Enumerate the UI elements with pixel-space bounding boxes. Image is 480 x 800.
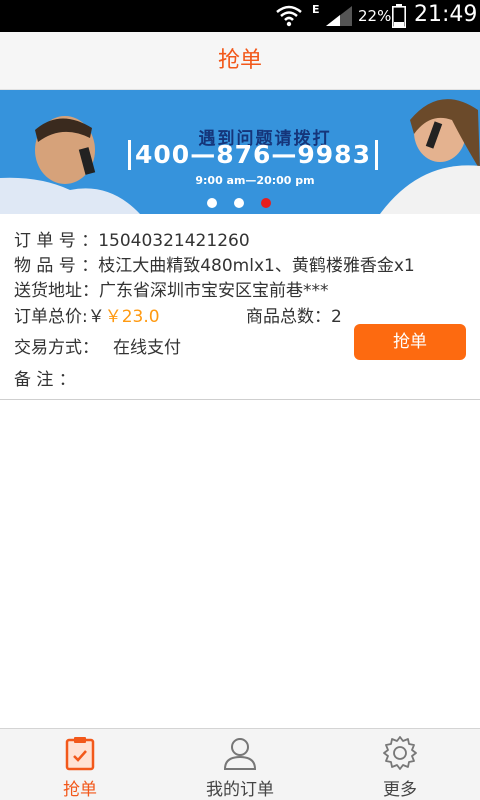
nav-item-grab[interactable]: 抢单 [0,729,160,800]
item-value: 枝江大曲精致480mlx1、黄鹤楼雅香金x1 [98,256,415,276]
total-price: ￥23.0 [104,307,160,327]
carousel-dot-3[interactable] [261,198,271,208]
title-bar: 抢单 [0,32,480,90]
bottom-nav: 抢单 我的订单 更多 [0,728,480,800]
user-icon [223,738,257,770]
grab-order-button[interactable]: 抢单 [354,324,466,360]
banner-phone-number: 400—876—9983 [128,140,378,170]
clock: 21:49 [414,2,478,27]
nav-item-my-orders[interactable]: 我的订单 [160,729,320,800]
remark-label: 备 注 ： [14,370,76,390]
address-label: 送货地址： [14,281,99,301]
address-row: 送货地址：广东省深圳市宝安区宝前巷*** [14,276,329,301]
order-number-label: 订 单 号 ： [14,231,99,251]
payment-row: 交易方式： 在线支付 [14,333,181,358]
carousel-dot-2[interactable] [234,198,244,208]
banner-hours: 9:00 am—20:00 pm [195,174,315,187]
order-card[interactable]: 订 单 号 ：15040321421260 物 品 号 ：枝江大曲精致480ml… [0,214,480,400]
order-number-value: 15040321421260 [98,231,250,251]
promo-banner[interactable]: 遇到问题请拨打 400—876—9983 9:00 am—20:00 pm [0,90,480,214]
network-type-label: E [312,3,320,16]
page-title: 抢单 [217,48,262,73]
address-value: 广东省深圳市宝安区宝前巷*** [99,281,329,301]
gear-icon [383,736,417,770]
battery-icon [392,4,406,28]
item-count-row: 商品总数：2 [246,302,342,327]
nav-label-grab: 抢单 [63,780,97,800]
nav-item-more[interactable]: 更多 [320,729,480,800]
item-count-value: 2 [331,307,342,327]
item-count-label: 商品总数： [246,307,331,327]
payment-value: 在线支付 [113,338,181,358]
item-label: 物 品 号 ： [14,256,99,276]
nav-label-more: 更多 [383,780,417,800]
clipboard-check-icon [65,737,95,771]
signal-strength-icon [326,6,352,26]
status-bar: E 22% 21:49 [0,0,480,32]
carousel-dot-1[interactable] [207,198,217,208]
order-number-row: 订 单 号 ：15040321421260 [14,226,250,251]
wifi-icon [276,5,302,27]
remark-row: 备 注 ： [14,365,76,390]
total-label: 订单总价:￥ [14,307,105,327]
nav-label-my-orders: 我的订单 [206,780,274,800]
total-row: 订单总价:￥￥23.0 [14,302,160,327]
item-row: 物 品 号 ：枝江大曲精致480mlx1、黄鹤楼雅香金x1 [14,251,415,276]
payment-label: 交易方式： [14,338,99,358]
battery-percent: 22% [358,7,392,25]
